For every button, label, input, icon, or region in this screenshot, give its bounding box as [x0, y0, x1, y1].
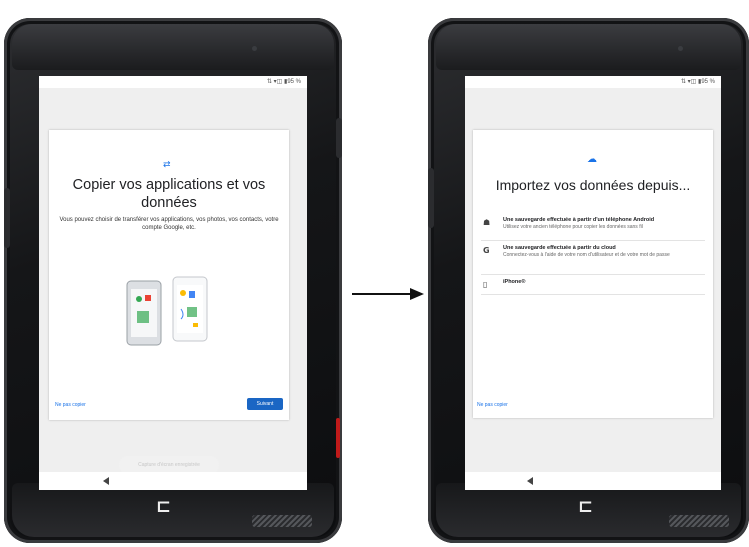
grip-texture [252, 515, 312, 527]
option-description: Utilisez votre ancien téléphone pour cop… [503, 224, 643, 230]
status-bar: ⇅ ▾◫ ▮95 % [266, 79, 301, 85]
arrow-right-icon [410, 288, 424, 300]
option-title: iPhone® [503, 279, 526, 285]
phone-icon: ▯ [483, 280, 488, 289]
side-button [4, 188, 10, 248]
skip-link[interactable]: Ne pas copier [55, 402, 86, 408]
google-icon: G [483, 246, 490, 255]
option-cloud-backup[interactable]: G Une sauvegarde effectuée à partir du c… [481, 242, 705, 275]
option-iphone[interactable]: ▯ iPhone® [481, 276, 705, 295]
tablet-bottom-bumper [12, 483, 334, 537]
page-title: Copier vos applications et vos données [72, 177, 266, 211]
android-icon: ☗ [483, 218, 491, 227]
option-android-backup[interactable]: ☗ Une sauvegarde effectuée à partir d'un… [481, 214, 705, 241]
navigation-bar [39, 472, 307, 490]
navigation-bar [465, 472, 721, 490]
arrow-line [352, 293, 412, 295]
transfer-icon: ⇄ [163, 160, 171, 170]
option-description: Connectez-vous à l'aide de votre nom d'u… [503, 252, 670, 258]
camera-icon [678, 46, 683, 51]
setup-card: ⇄ Copier vos applications et vos données… [49, 130, 289, 420]
screen-import-data: ⇅ ▾◫ ▮95 % ☁ Importez vos données depuis… [465, 76, 721, 490]
page-title: Importez vos données depuis... [495, 177, 691, 193]
next-button[interactable]: Suivant [247, 398, 283, 410]
back-icon[interactable] [527, 477, 533, 485]
tablet-left: ⊏ ⇅ ▾◫ ▮95 % ⇄ Copier vos applications e… [4, 18, 342, 543]
brand-logo: ⊏ [156, 496, 173, 517]
tablet-top-bumper [436, 24, 741, 70]
red-button [336, 418, 340, 458]
tablet-right: ⊏ ⇅ ▾◫ ▮95 % ☁ Importez vos données depu… [428, 18, 749, 543]
grip-texture [669, 515, 729, 527]
status-bar: ⇅ ▾◫ ▮95 % [680, 79, 715, 85]
cloud-icon: ☁ [587, 154, 597, 165]
tablet-top-bumper [12, 24, 334, 70]
screen-copy-apps: ⇅ ▾◫ ▮95 % ⇄ Copier vos applications et … [39, 76, 307, 490]
description-text: Vous pouvez choisir de transférer vos ap… [59, 217, 279, 231]
side-button [428, 168, 434, 228]
volume-button [336, 118, 342, 158]
skip-link[interactable]: Ne pas copier [477, 402, 508, 408]
option-title: Une sauvegarde effectuée à partir d'un t… [503, 217, 655, 223]
setup-card: ☁ Importez vos données depuis... ☗ Une s… [473, 130, 713, 418]
phones-illustration [126, 276, 208, 346]
back-icon[interactable] [103, 477, 109, 485]
brand-logo: ⊏ [578, 496, 595, 517]
option-title: Une sauvegarde effectuée à partir du clo… [503, 245, 616, 251]
camera-icon [252, 46, 257, 51]
